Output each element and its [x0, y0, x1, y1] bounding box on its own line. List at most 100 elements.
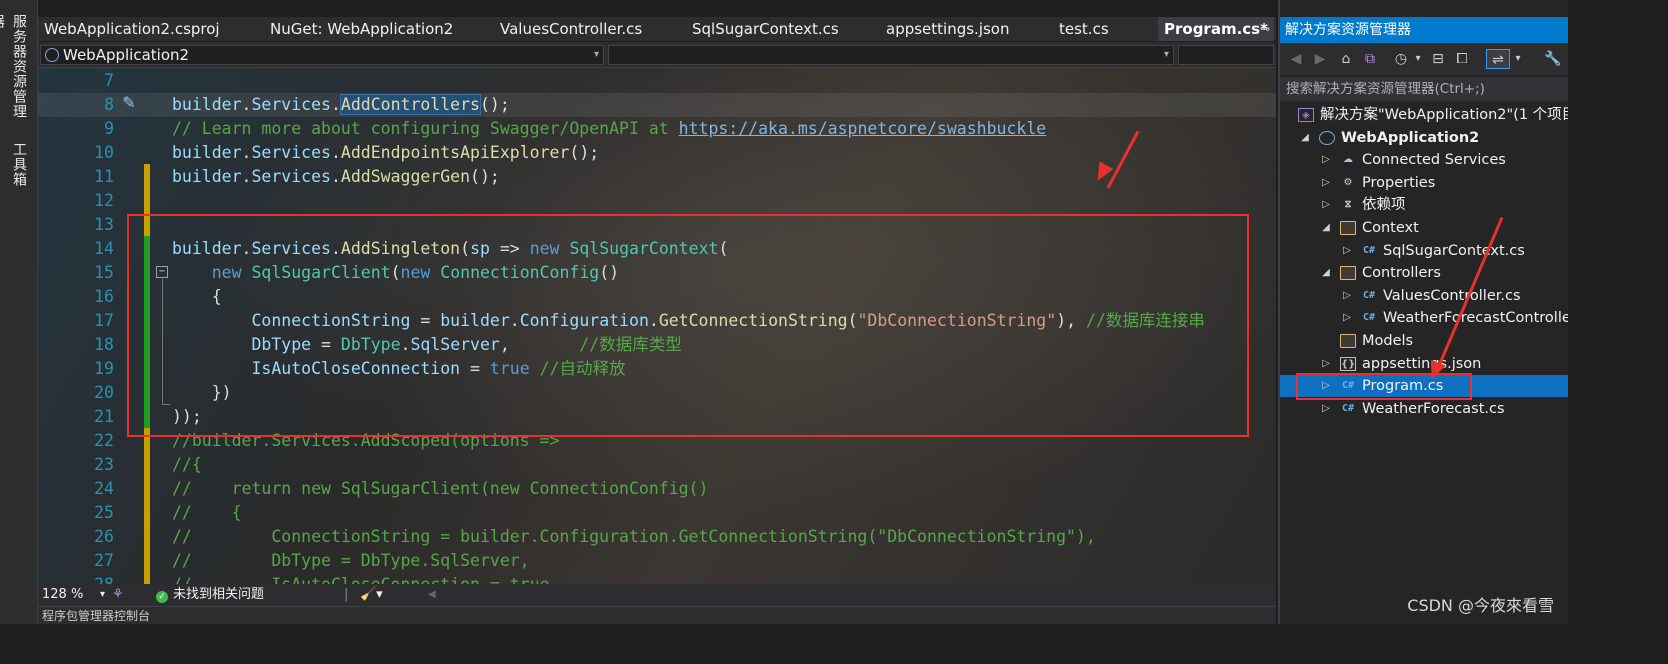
tab-webapplication2-csproj[interactable]: WebApplication2.csproj: [44, 17, 220, 41]
code-text: // IsAutoCloseConnection = true: [172, 573, 550, 584]
code-text: // DbType = DbType.SqlServer,: [172, 549, 530, 573]
collapse-arrow-icon[interactable]: ◢: [1320, 262, 1332, 284]
csharp-file-icon: C#: [1362, 244, 1376, 256]
tree-item[interactable]: ◢ Context: [1280, 217, 1568, 239]
history-icon[interactable]: ◷: [1390, 49, 1412, 69]
sync-active-icon[interactable]: ⇌: [1486, 49, 1510, 69]
tree-item[interactable]: ◢ Controllers: [1280, 262, 1568, 284]
line-number: 12: [94, 191, 114, 210]
code-token: AddSwaggerGen: [340, 167, 471, 186]
show-all-icon[interactable]: ⧠: [1452, 49, 1472, 69]
code-cleanup-icon[interactable]: 🧹▾: [360, 584, 383, 606]
code-text: // return new SqlSugarClient(new Connect…: [172, 477, 708, 501]
toolbox-tab[interactable]: 工具箱: [8, 142, 30, 190]
properties-wrench-icon[interactable]: 🔧: [1542, 49, 1564, 69]
code-line[interactable]: 23 //{: [38, 453, 1276, 477]
tree-item-label: Context: [1362, 220, 1419, 236]
annotation-red-box: [127, 214, 1249, 437]
code-token: .: [241, 95, 252, 114]
issues-text: 未找到相关问题: [173, 587, 265, 602]
back-icon[interactable]: ◀: [1286, 49, 1306, 69]
collapse-arrow-icon[interactable]: ◢: [1320, 217, 1332, 239]
csharp-file-icon: C#: [1362, 289, 1376, 301]
tree-item[interactable]: ▷ C# SqlSugarContext.cs: [1280, 240, 1568, 262]
tree-item[interactable]: ▷ ☁ Connected Services: [1280, 149, 1568, 171]
tab-values-controller[interactable]: ValuesController.cs: [500, 17, 642, 41]
member-dropdown[interactable]: [1178, 45, 1274, 65]
expand-arrow-icon[interactable]: ▷: [1341, 240, 1353, 262]
tab-nuget-webapplication2[interactable]: NuGet: WebApplication2: [270, 17, 453, 41]
json-file-icon: {}: [1340, 356, 1356, 371]
code-line[interactable]: 24 // return new SqlSugarClient(new Conne…: [38, 477, 1276, 501]
solution-explorer: 解决方案资源管理器 ◀ ▶ ⌂ ⧉ ◷ ▾ ⊟ ⧠ ⇌ ▾ 🔧 搜索解决方案资源…: [1278, 0, 1568, 624]
tab-sqlsugar-context[interactable]: SqlSugarContext.cs: [692, 17, 839, 41]
chevron-down-icon[interactable]: ▾: [1512, 49, 1524, 69]
zoom-dropdown[interactable]: 128 % ▾: [42, 584, 106, 606]
code-token: .: [241, 143, 252, 162]
bottom-panel-tab[interactable]: 程序包管理器控制台: [38, 606, 1276, 624]
tree-item[interactable]: ◢ WebApplication2: [1280, 127, 1568, 149]
code-token: AddControllers: [339, 94, 481, 115]
vs-switch-icon[interactable]: ⧉: [1360, 49, 1380, 69]
code-token: .: [330, 167, 341, 186]
tree-item-label: Controllers: [1362, 265, 1441, 282]
code-line[interactable]: 8 builder.Services.AddControllers();: [38, 93, 1276, 117]
web-project-icon: [1319, 130, 1335, 145]
home-icon[interactable]: ⌂: [1336, 49, 1356, 69]
quick-actions-icon[interactable]: ✎: [118, 92, 140, 114]
tree-item[interactable]: Models: [1280, 330, 1568, 352]
watermark: CSDN @今夜來看雪: [1407, 596, 1554, 615]
tree-item[interactable]: ◈ 解决方案"WebApplication2"(1 个项目,: [1280, 104, 1568, 126]
code-line[interactable]: 7: [38, 69, 1276, 93]
tree-item[interactable]: ▷ ⚙ Properties: [1280, 172, 1568, 194]
tree-item[interactable]: ▷ ⧖ 依赖项: [1280, 194, 1568, 216]
expand-arrow-icon[interactable]: ▷: [1320, 398, 1332, 420]
tree-item[interactable]: ▷ {} appsettings.json: [1280, 353, 1568, 375]
pin-icon[interactable]: ⊸: [1260, 17, 1270, 41]
code-view[interactable]: 7 8 builder.Services.AddControllers(); 9// …: [38, 68, 1276, 584]
zoom-level: 128 %: [42, 587, 84, 602]
line-number: 11: [94, 167, 114, 186]
tree-item[interactable]: ▷ C# WeatherForecastController: [1280, 307, 1568, 329]
expand-arrow-icon[interactable]: ▷: [1320, 172, 1332, 194]
expand-arrow-icon[interactable]: ▷: [1341, 307, 1353, 329]
code-token: // IsAutoCloseConnection = true: [172, 575, 550, 584]
code-line[interactable]: 10 builder.Services.AddEndpointsApiExplor…: [38, 141, 1276, 165]
line-number: 15: [94, 263, 114, 282]
code-line[interactable]: 9 // Learn more about configuring Swagger…: [38, 117, 1276, 141]
tab-program-cs[interactable]: Program.cs*: [1158, 17, 1274, 41]
code-token: ();: [569, 143, 600, 162]
issues-indicator[interactable]: ✓ 未找到相关问题: [156, 584, 264, 606]
csharp-file-icon: C#: [1362, 312, 1376, 324]
server-explorer-tab[interactable]: 服务器资源管理器: [0, 14, 30, 132]
check-circle-icon: ✓: [156, 591, 168, 603]
web-project-icon: [45, 48, 59, 62]
expand-arrow-icon[interactable]: ▷: [1320, 194, 1332, 216]
collapse-arrow-icon[interactable]: ◢: [1299, 127, 1311, 149]
code-line[interactable]: 28 // IsAutoCloseConnection = true: [38, 573, 1276, 584]
tree-item-label: Models: [1362, 333, 1414, 349]
expand-arrow-icon[interactable]: ▷: [1320, 353, 1332, 375]
solution-search-input[interactable]: 搜索解决方案资源管理器(Ctrl+;): [1280, 77, 1568, 101]
code-text: builder.Services.AddControllers();: [172, 93, 510, 117]
code-line[interactable]: 26 // ConnectionString = builder.Configur…: [38, 525, 1276, 549]
project-dropdown[interactable]: WebApplication2 ▾: [40, 45, 604, 65]
tab-appsettings-json[interactable]: appsettings.json: [886, 17, 1010, 41]
type-dropdown[interactable]: ▾: [608, 45, 1174, 65]
collapse-all-icon[interactable]: ⊟: [1428, 49, 1448, 69]
scroll-left-icon[interactable]: ◀: [428, 584, 436, 606]
side-tool-strip: 服务器资源管理器 工具箱: [0, 0, 38, 624]
tree-item[interactable]: ▷ C# WeatherForecast.cs: [1280, 398, 1568, 420]
git-icon[interactable]: ⚘: [112, 584, 124, 606]
code-line[interactable]: 27 // DbType = DbType.SqlServer,: [38, 549, 1276, 573]
tree-item[interactable]: ▷ C# ValuesController.cs: [1280, 285, 1568, 307]
forward-icon[interactable]: ▶: [1310, 49, 1330, 69]
chevron-down-icon[interactable]: ▾: [1412, 49, 1424, 69]
code-line[interactable]: 12: [38, 189, 1276, 213]
code-line[interactable]: 25 // {: [38, 501, 1276, 525]
expand-arrow-icon[interactable]: ▷: [1320, 149, 1332, 171]
expand-arrow-icon[interactable]: ▷: [1341, 285, 1353, 307]
code-token: //{: [172, 455, 202, 474]
line-number: 7: [104, 71, 114, 90]
tab-test-cs[interactable]: test.cs: [1059, 17, 1109, 41]
